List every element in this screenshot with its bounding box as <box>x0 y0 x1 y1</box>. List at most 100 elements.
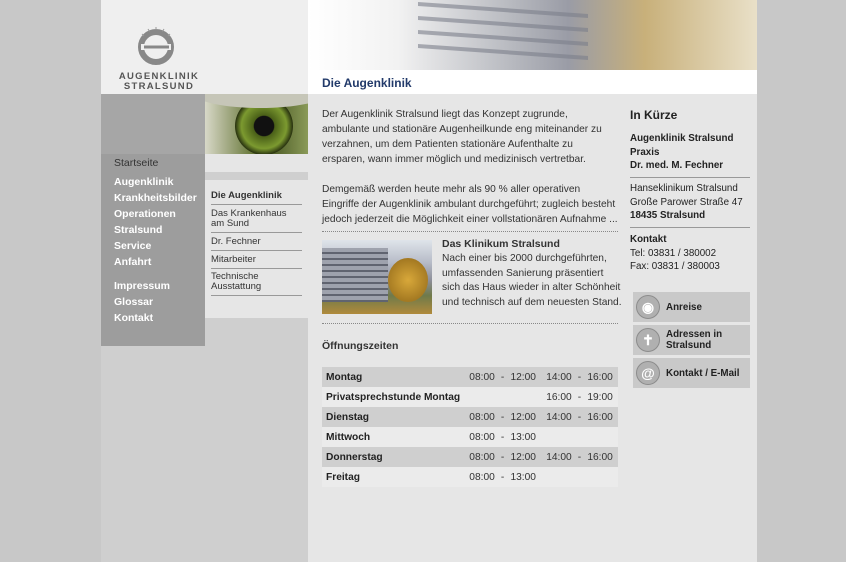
hours-row: Mittwoch 08:00-13:00 <box>322 427 618 447</box>
intro-text: Der Augenklinik Stralsund liegt das Konz… <box>322 107 618 227</box>
hours-row: Privatsprechstunde Montag 16:00-19:00 <box>322 387 618 407</box>
hours-pm-from: 14:00 <box>546 451 572 463</box>
nav-item-krankheitsbilder[interactable]: Krankheitsbilder <box>114 192 197 204</box>
hours-day: Dienstag <box>326 411 370 423</box>
logo-text: AUGENKLINIK STRALSUND <box>115 72 203 92</box>
anreise-button[interactable]: ◉ Anreise <box>633 292 750 322</box>
doctor-name: Dr. med. M. Fechner <box>630 160 724 171</box>
hours-row: Donnerstag 08:00-12:00 14:00-16:00 <box>322 447 618 467</box>
sidebar-divider <box>630 177 750 178</box>
hours-title: Öffnungszeiten <box>322 340 399 352</box>
adressen-label: Adressen in Stralsund <box>666 329 723 351</box>
hours-pm-sep: - <box>577 411 582 423</box>
hours-am-to: 13:00 <box>510 471 536 483</box>
praxis-label: Praxis <box>630 146 660 158</box>
hours-am-to: 12:00 <box>510 411 536 423</box>
hours-pm-from <box>541 427 576 447</box>
kontakt-email-label: Kontakt / E-Mail <box>666 367 740 379</box>
nav-item-operationen[interactable]: Operationen <box>114 208 176 220</box>
nav-item-service[interactable]: Service <box>114 240 151 252</box>
hours-am-sep: - <box>500 371 505 383</box>
clinic-name: Augenklinik Stralsund <box>630 133 734 144</box>
logo-eye-icon <box>138 27 174 65</box>
hours-am-sep: - <box>500 431 505 443</box>
sub-nav-item-krankenhaus-am-sund[interactable]: Das Krankenhaus am Sund <box>211 209 302 233</box>
hours-am-to: 12:00 <box>510 371 536 383</box>
person-icon: ✝ <box>636 328 660 352</box>
hours-am-from: 08:00 <box>469 411 495 423</box>
at-sign-icon: @ <box>636 361 660 385</box>
phone: Tel: 03831 / 380002 <box>630 247 717 259</box>
hours-pm-sep: - <box>577 391 582 403</box>
hours-pm-to: 19:00 <box>587 391 613 403</box>
nav-item-stralsund[interactable]: Stralsund <box>114 224 162 236</box>
nav-item-kontakt[interactable]: Kontakt <box>114 312 153 324</box>
hours-pm-from: 14:00 <box>546 411 572 423</box>
klinikum-text: Nach einer bis 2000 durchgeführten, umfa… <box>442 253 622 308</box>
nav-item-anfahrt[interactable]: Anfahrt <box>114 256 151 268</box>
hours-pm-to <box>583 467 618 487</box>
hours-table: Montag 08:00-12:00 14:00-16:00 Privatsprech… <box>322 367 618 487</box>
sub-nav-item-die-augenklinik[interactable]: Die Augenklinik <box>211 191 302 205</box>
anreise-label: Anreise <box>666 301 702 313</box>
sidebar-contact: Kontakt Tel: 03831 / 380002 Fax: 03831 /… <box>630 233 750 274</box>
location-pin-icon: ◉ <box>636 295 660 319</box>
hours-am-sep: - <box>500 451 505 463</box>
logo[interactable]: AUGENKLINIK STRALSUND <box>101 0 308 94</box>
nav-item-glossar[interactable]: Glossar <box>114 296 153 308</box>
klinikum-photo[interactable] <box>322 240 432 314</box>
nav-item-startseite[interactable]: Startseite <box>114 157 158 169</box>
address-line2: Große Parower Straße 47 <box>630 196 743 208</box>
hours-am-sep: - <box>500 411 505 423</box>
hours-day: Freitag <box>326 471 360 483</box>
page: AUGENKLINIK STRALSUND Startseite Augenkl… <box>101 0 757 562</box>
divider <box>322 231 618 232</box>
hours-am-from: 08:00 <box>469 431 495 443</box>
divider <box>322 323 618 324</box>
contact-title: Kontakt <box>630 234 667 245</box>
eye-photo <box>205 94 308 154</box>
sub-nav-item-dr-fechner[interactable]: Dr. Fechner <box>211 237 302 251</box>
sub-nav-background <box>205 318 308 562</box>
hours-pm-sep <box>576 467 584 487</box>
hours-pm-to: 16:00 <box>587 411 613 423</box>
hours-pm-to: 16:00 <box>587 371 613 383</box>
klinikum-title[interactable]: Das Klinikum Stralsund <box>442 238 560 250</box>
hours-pm-from: 16:00 <box>546 391 572 403</box>
hours-row: Dienstag 08:00-12:00 14:00-16:00 <box>322 407 618 427</box>
hours-pm-sep <box>576 427 584 447</box>
header-photo <box>308 0 757 70</box>
hours-pm-to <box>583 427 618 447</box>
adressen-button[interactable]: ✝ Adressen in Stralsund <box>633 325 750 355</box>
sidebar-clinic: Augenklinik Stralsund Praxis Dr. med. M.… <box>630 132 750 173</box>
hours-pm-sep: - <box>577 371 582 383</box>
hours-day: Montag <box>326 371 363 383</box>
sidebar-divider <box>630 227 750 228</box>
hours-am-to <box>506 387 541 407</box>
hours-pm-sep: - <box>577 451 582 463</box>
sidebar-address: Hanseklinikum Stralsund Große Parower St… <box>630 182 750 223</box>
hours-am-from: 08:00 <box>469 451 495 463</box>
hours-am-from: 08:00 <box>469 471 495 483</box>
hours-row: Freitag 08:00-13:00 <box>322 467 618 487</box>
hours-day: Mittwoch <box>326 431 371 443</box>
hours-am-sep: - <box>500 471 505 483</box>
hours-am-from <box>464 387 499 407</box>
sidebar-title: In Kürze <box>630 108 678 122</box>
nav-item-augenklinik[interactable]: Augenklinik <box>114 176 174 188</box>
page-title: Die Augenklinik <box>322 76 412 90</box>
nav-item-impressum[interactable]: Impressum <box>114 280 170 292</box>
hours-pm-to: 16:00 <box>587 451 613 463</box>
hours-am-sep <box>499 387 507 407</box>
kontakt-email-button[interactable]: @ Kontakt / E-Mail <box>633 358 750 388</box>
hours-row: Montag 08:00-12:00 14:00-16:00 <box>322 367 618 387</box>
address-line1: Hanseklinikum Stralsund <box>630 183 738 194</box>
intro-paragraph-1: Der Augenklinik Stralsund liegt das Konz… <box>322 109 602 165</box>
hours-am-to: 13:00 <box>510 431 536 443</box>
hours-pm-from: 14:00 <box>546 371 572 383</box>
hours-am-to: 12:00 <box>510 451 536 463</box>
sub-nav-item-mitarbeiter[interactable]: Mitarbeiter <box>211 255 302 269</box>
hours-am-from: 08:00 <box>469 371 495 383</box>
hours-day: Privatsprechstunde Montag <box>326 391 461 403</box>
sub-nav-item-technische-ausstattung[interactable]: Technische Ausstattung <box>211 272 302 296</box>
